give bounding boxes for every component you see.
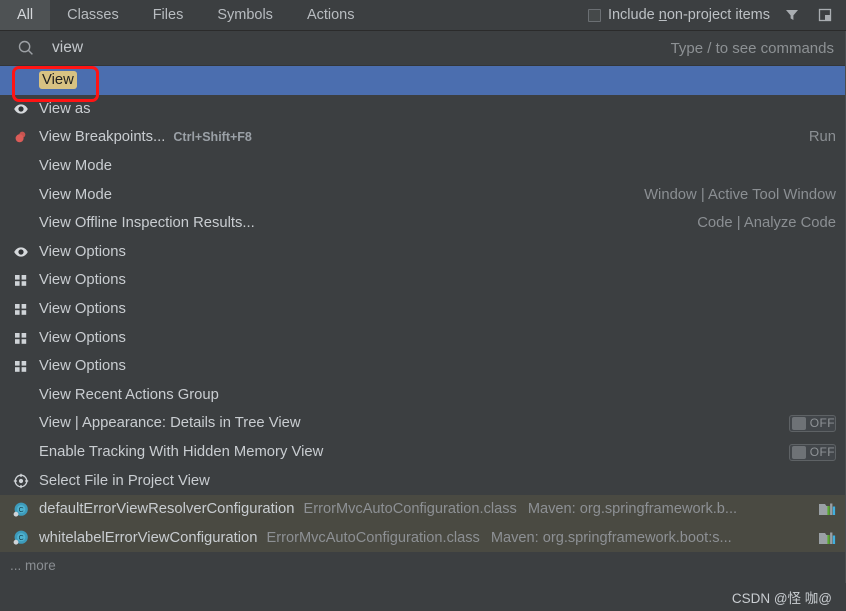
crosshair-icon: [12, 472, 30, 490]
class-library-path: Maven: org.springframework.boot:s...: [490, 529, 732, 546]
eye-icon: [12, 100, 30, 118]
tab-actions[interactable]: Actions: [290, 0, 372, 30]
grid-icon: [12, 271, 30, 289]
tab-all[interactable]: All: [0, 0, 51, 30]
result-label: View as: [39, 100, 91, 117]
checkbox-box[interactable]: [587, 8, 601, 22]
search-row[interactable]: view Type / to see commands: [0, 31, 846, 66]
result-row-details-in-tree-view[interactable]: View | Appearance: Details in Tree View …: [0, 409, 846, 438]
result-row-view-recent-actions-group[interactable]: View Recent Actions Group: [0, 381, 846, 410]
include-non-project-items-checkbox[interactable]: Include non-project items: [587, 7, 770, 23]
tab-symbols[interactable]: Symbols: [200, 0, 290, 30]
result-label: View Options: [39, 329, 126, 346]
result-row-view-options-1[interactable]: View Options: [0, 238, 846, 267]
footer-bar: [0, 583, 846, 611]
toggle-details-in-tree-view[interactable]: OFF: [789, 414, 836, 432]
tab-files[interactable]: Files: [136, 0, 201, 30]
more-results-link[interactable]: ... more: [0, 552, 846, 579]
result-group-path: Run: [808, 129, 836, 146]
result-row-view-mode-1[interactable]: View Mode: [0, 152, 846, 181]
toggle-state-label: OFF: [809, 416, 835, 431]
result-label: View: [39, 71, 77, 90]
toggle-state-label: OFF: [809, 445, 835, 460]
result-label: View Offline Inspection Results...: [39, 215, 255, 232]
tab-bar: All Classes Files Symbols Actions Includ…: [0, 0, 846, 31]
result-row-view-breakpoints[interactable]: View Breakpoints... Ctrl+Shift+F8 Run: [0, 123, 846, 152]
toggle-enable-tracking-hidden-memory-view[interactable]: OFF: [789, 443, 836, 461]
filter-icon[interactable]: [781, 4, 803, 26]
results-list: View View as View Breakpoints... Ctrl+Sh…: [0, 66, 846, 579]
class-library-path: Maven: org.springframework.b...: [527, 501, 738, 518]
result-label: View Options: [39, 243, 126, 260]
result-row-view-options-4[interactable]: View Options: [0, 323, 846, 352]
result-label: View Options: [39, 358, 126, 375]
tab-classes[interactable]: Classes: [50, 0, 136, 30]
include-non-project-items-label: Include non-project items: [607, 7, 770, 23]
result-label: View Mode: [39, 186, 112, 203]
preview-window-icon[interactable]: [814, 4, 836, 26]
toggle-knob: [792, 445, 806, 459]
result-label: View Recent Actions Group: [39, 386, 219, 403]
grid-icon: [12, 329, 30, 347]
toggle-knob: [792, 416, 806, 430]
class-file: ErrorMvcAutoConfiguration.class: [266, 529, 480, 546]
result-label: Enable Tracking With Hidden Memory View: [39, 444, 324, 461]
result-row-view[interactable]: View: [0, 66, 846, 95]
class-name: defaultErrorViewResolverConfiguration: [39, 501, 295, 518]
class-name: whitelabelErrorViewConfiguration: [39, 529, 258, 546]
result-row-view-options-3[interactable]: View Options: [0, 295, 846, 324]
result-label: View Options: [39, 272, 126, 289]
svg-text:C: C: [18, 535, 23, 542]
result-label: View Breakpoints...: [39, 129, 166, 146]
class-file: ErrorMvcAutoConfiguration.class: [303, 501, 517, 518]
tab-bar-right-controls: Include non-project items: [587, 0, 846, 30]
search-hint: Type / to see commands: [670, 39, 834, 57]
result-row-select-file-in-project-view[interactable]: Select File in Project View: [0, 466, 846, 495]
library-icon: [818, 530, 836, 546]
result-row-view-options-5[interactable]: View Options: [0, 352, 846, 381]
result-label: Select File in Project View: [39, 472, 210, 489]
result-shortcut: Ctrl+Shift+F8: [173, 130, 252, 145]
grid-icon: [12, 300, 30, 318]
search-icon: [17, 39, 35, 57]
library-icon: [818, 501, 836, 517]
result-row-view-offline-inspection-results[interactable]: View Offline Inspection Results... Code …: [0, 209, 846, 238]
class-icon: C: [12, 529, 30, 547]
class-icon: C: [12, 500, 30, 518]
watermark: CSDN @怪 咖@: [731, 591, 832, 606]
breakpoint-icon: [12, 128, 30, 146]
result-row-view-mode-2[interactable]: View Mode Window | Active Tool Window: [0, 180, 846, 209]
result-group-path: Code | Analyze Code: [697, 215, 836, 232]
result-row-default-error-view-resolver-configuration[interactable]: C defaultErrorViewResolverConfiguration …: [0, 494, 846, 524]
result-row-whitelabel-error-view-configuration[interactable]: C whitelabelErrorViewConfiguration Error…: [0, 523, 846, 553]
result-row-enable-tracking-hidden-memory-view[interactable]: Enable Tracking With Hidden Memory View …: [0, 438, 846, 467]
match-highlight: View: [39, 71, 77, 90]
eye-icon: [12, 243, 30, 261]
grid-icon: [12, 357, 30, 375]
result-row-view-as[interactable]: View as: [0, 95, 846, 124]
result-label: View Mode: [39, 158, 112, 175]
search-input[interactable]: view: [52, 39, 83, 57]
result-group-path: Window | Active Tool Window: [644, 186, 836, 203]
result-label: View Options: [39, 301, 126, 318]
result-label: View | Appearance: Details in Tree View: [39, 415, 301, 432]
svg-text:C: C: [18, 507, 23, 514]
result-row-view-options-2[interactable]: View Options: [0, 266, 846, 295]
